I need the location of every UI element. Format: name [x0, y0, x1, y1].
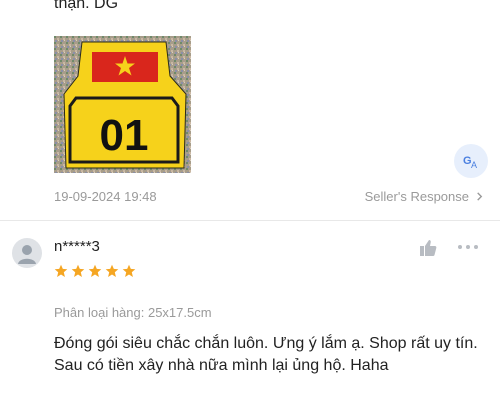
plate-number-text: 01 — [100, 111, 149, 160]
review-divider — [0, 220, 500, 221]
svg-text:A: A — [471, 160, 477, 170]
rating-stars — [54, 264, 136, 278]
previous-review-text: thận. DG — [54, 0, 119, 12]
reviewer-username: n*****3 — [54, 238, 100, 255]
review-comment: Đóng gói siêu chắc chắn luôn. Ưng ý lắm … — [54, 335, 478, 374]
star-icon — [54, 264, 68, 277]
more-dots-icon — [458, 245, 462, 249]
like-button[interactable] — [418, 238, 438, 258]
user-avatar-icon — [18, 245, 36, 264]
seller-response-link[interactable]: Seller's Response — [365, 189, 484, 204]
review-photo-thumbnail[interactable]: 01 — [54, 36, 191, 173]
star-icon — [122, 264, 136, 277]
more-dots-icon — [474, 245, 478, 249]
chevron-right-icon — [477, 192, 483, 201]
review-date: 19-09-2024 19:48 — [54, 189, 157, 204]
star-icon — [88, 264, 102, 277]
thumbs-up-icon — [420, 240, 437, 256]
product-variation: Phân loại hàng: 25x17.5cm — [54, 305, 212, 320]
star-icon — [105, 264, 119, 277]
more-dots-icon — [466, 245, 470, 249]
number-plate-photo: 01 — [54, 36, 191, 173]
more-options-button[interactable] — [458, 241, 482, 253]
review-list: thận. DG 01 G A 19-09-2024 19:48 Seller'… — [0, 0, 500, 400]
star-icon — [71, 264, 85, 277]
review-meta-row: 19-09-2024 19:48 Seller's Response — [54, 189, 484, 207]
user-avatar[interactable] — [12, 238, 42, 268]
translate-icon: G A — [463, 155, 477, 170]
translate-button[interactable]: G A — [454, 144, 488, 178]
seller-response-label: Seller's Response — [364, 189, 469, 204]
